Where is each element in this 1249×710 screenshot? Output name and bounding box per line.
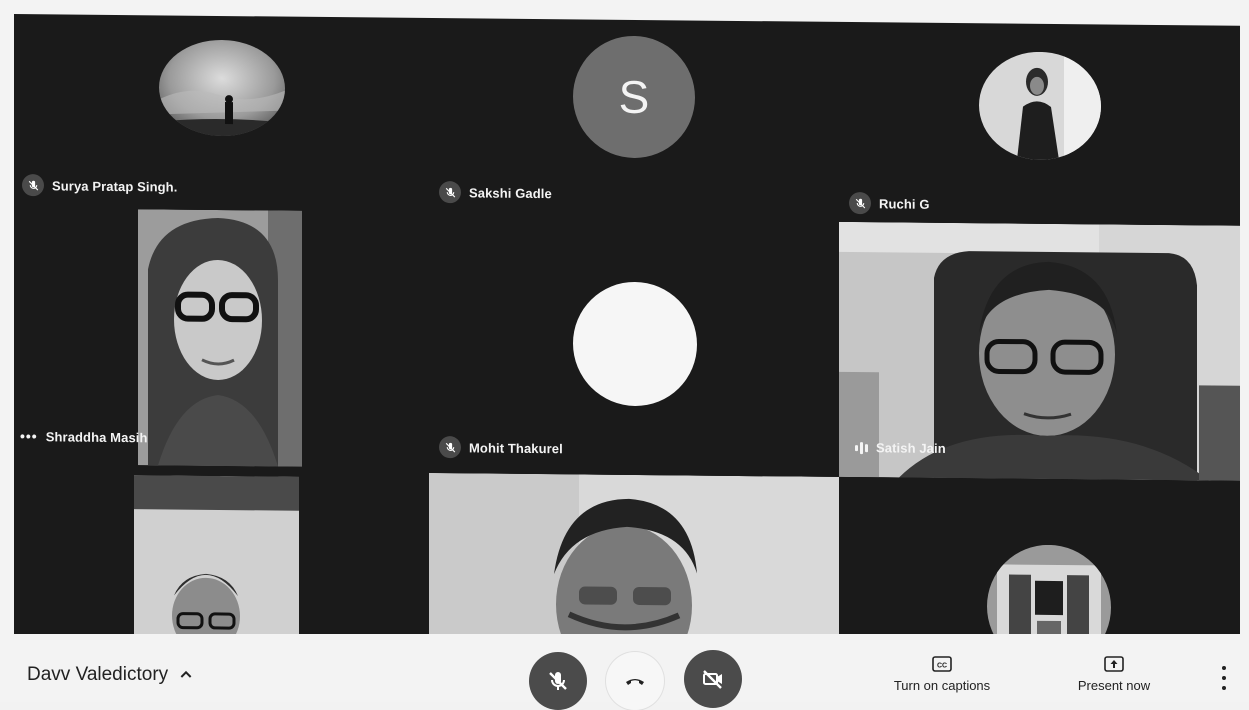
participant-name: Mohit Thakurel [469, 439, 563, 456]
more-vert-icon-dot [1222, 676, 1226, 680]
participant-name-row: Mohit Thakurel [439, 436, 563, 459]
speaking-indicator-icon [855, 441, 868, 454]
captions-icon: CC [932, 656, 952, 672]
participant-tile-sakshi[interactable]: S Sakshi Gadle [429, 18, 839, 217]
avatar-initial: S [618, 70, 650, 124]
participant-name-row: ••• Shraddha Masih [20, 428, 148, 445]
participant-name-row: Ruchi G [849, 192, 930, 215]
mic-off-icon [439, 436, 461, 459]
participant-name: Surya Pratap Singh. [52, 177, 178, 195]
avatar [987, 544, 1111, 646]
hang-up-icon [626, 679, 644, 685]
present-label: Present now [1077, 678, 1151, 693]
participant-tile-mohit[interactable]: Mohit Thakurel [429, 218, 839, 477]
present-now-button[interactable]: Present now [1064, 656, 1164, 693]
mic-off-icon [439, 181, 461, 204]
captions-label: Turn on captions [893, 678, 991, 693]
more-vert-icon [1222, 666, 1226, 670]
avatar [979, 51, 1101, 161]
avatar: S [573, 35, 695, 159]
participant-name-row: Satish Jain [855, 440, 946, 456]
camera-toggle-button[interactable] [684, 650, 742, 708]
participant-name: Sakshi Gadle [469, 184, 552, 201]
camera-off-icon [703, 670, 722, 689]
participant-tile-ruchi[interactable]: Ruchi G [839, 22, 1240, 226]
participant-name: Ruchi G [879, 195, 930, 212]
participant-tile-satish[interactable]: Satish Jain [839, 221, 1240, 481]
svg-text:CC: CC [937, 663, 947, 670]
more-vert-icon-dot [1222, 686, 1226, 690]
participant-tile-bottom-center[interactable] [429, 472, 839, 646]
participant-video [429, 472, 839, 646]
meeting-details-button[interactable]: Davv Valedictory [27, 664, 194, 686]
more-options-button[interactable] [1217, 666, 1231, 690]
participant-name: Satish Jain [876, 440, 946, 456]
participant-name-row: Sakshi Gadle [439, 181, 552, 204]
participant-grid: Surya Pratap Singh. S Sakshi Gadle Ruchi… [14, 14, 1240, 646]
participant-name-row: Surya Pratap Singh. [22, 174, 177, 197]
participant-tile-bottom-right[interactable] [839, 477, 1240, 646]
avatar [573, 281, 697, 407]
mic-off-icon [849, 192, 871, 215]
leave-call-button[interactable] [606, 652, 664, 710]
mic-off-icon [549, 672, 567, 690]
chevron-up-icon [180, 670, 192, 678]
present-screen-icon [1104, 656, 1124, 672]
participant-tile-surya[interactable]: Surya Pratap Singh. [14, 14, 419, 208]
participant-name: Shraddha Masih [45, 428, 148, 445]
mic-off-icon [22, 174, 44, 197]
meeting-title: Davv Valedictory [27, 664, 169, 685]
meet-window: Surya Pratap Singh. S Sakshi Gadle Ruchi… [0, 0, 1249, 710]
captions-button[interactable]: CC Turn on captions [880, 656, 1004, 693]
more-options-icon[interactable]: ••• [20, 428, 38, 444]
participant-tile-shraddha[interactable]: ••• Shraddha Masih [14, 204, 419, 478]
meeting-toolbar: Davv Valedictory CC Turn on captions Pre… [0, 634, 1249, 710]
avatar [159, 39, 285, 137]
microphone-toggle-button[interactable] [529, 652, 587, 710]
participant-video [134, 475, 299, 646]
participant-tile-bottom-left[interactable] [134, 475, 299, 646]
participant-video [138, 209, 302, 467]
